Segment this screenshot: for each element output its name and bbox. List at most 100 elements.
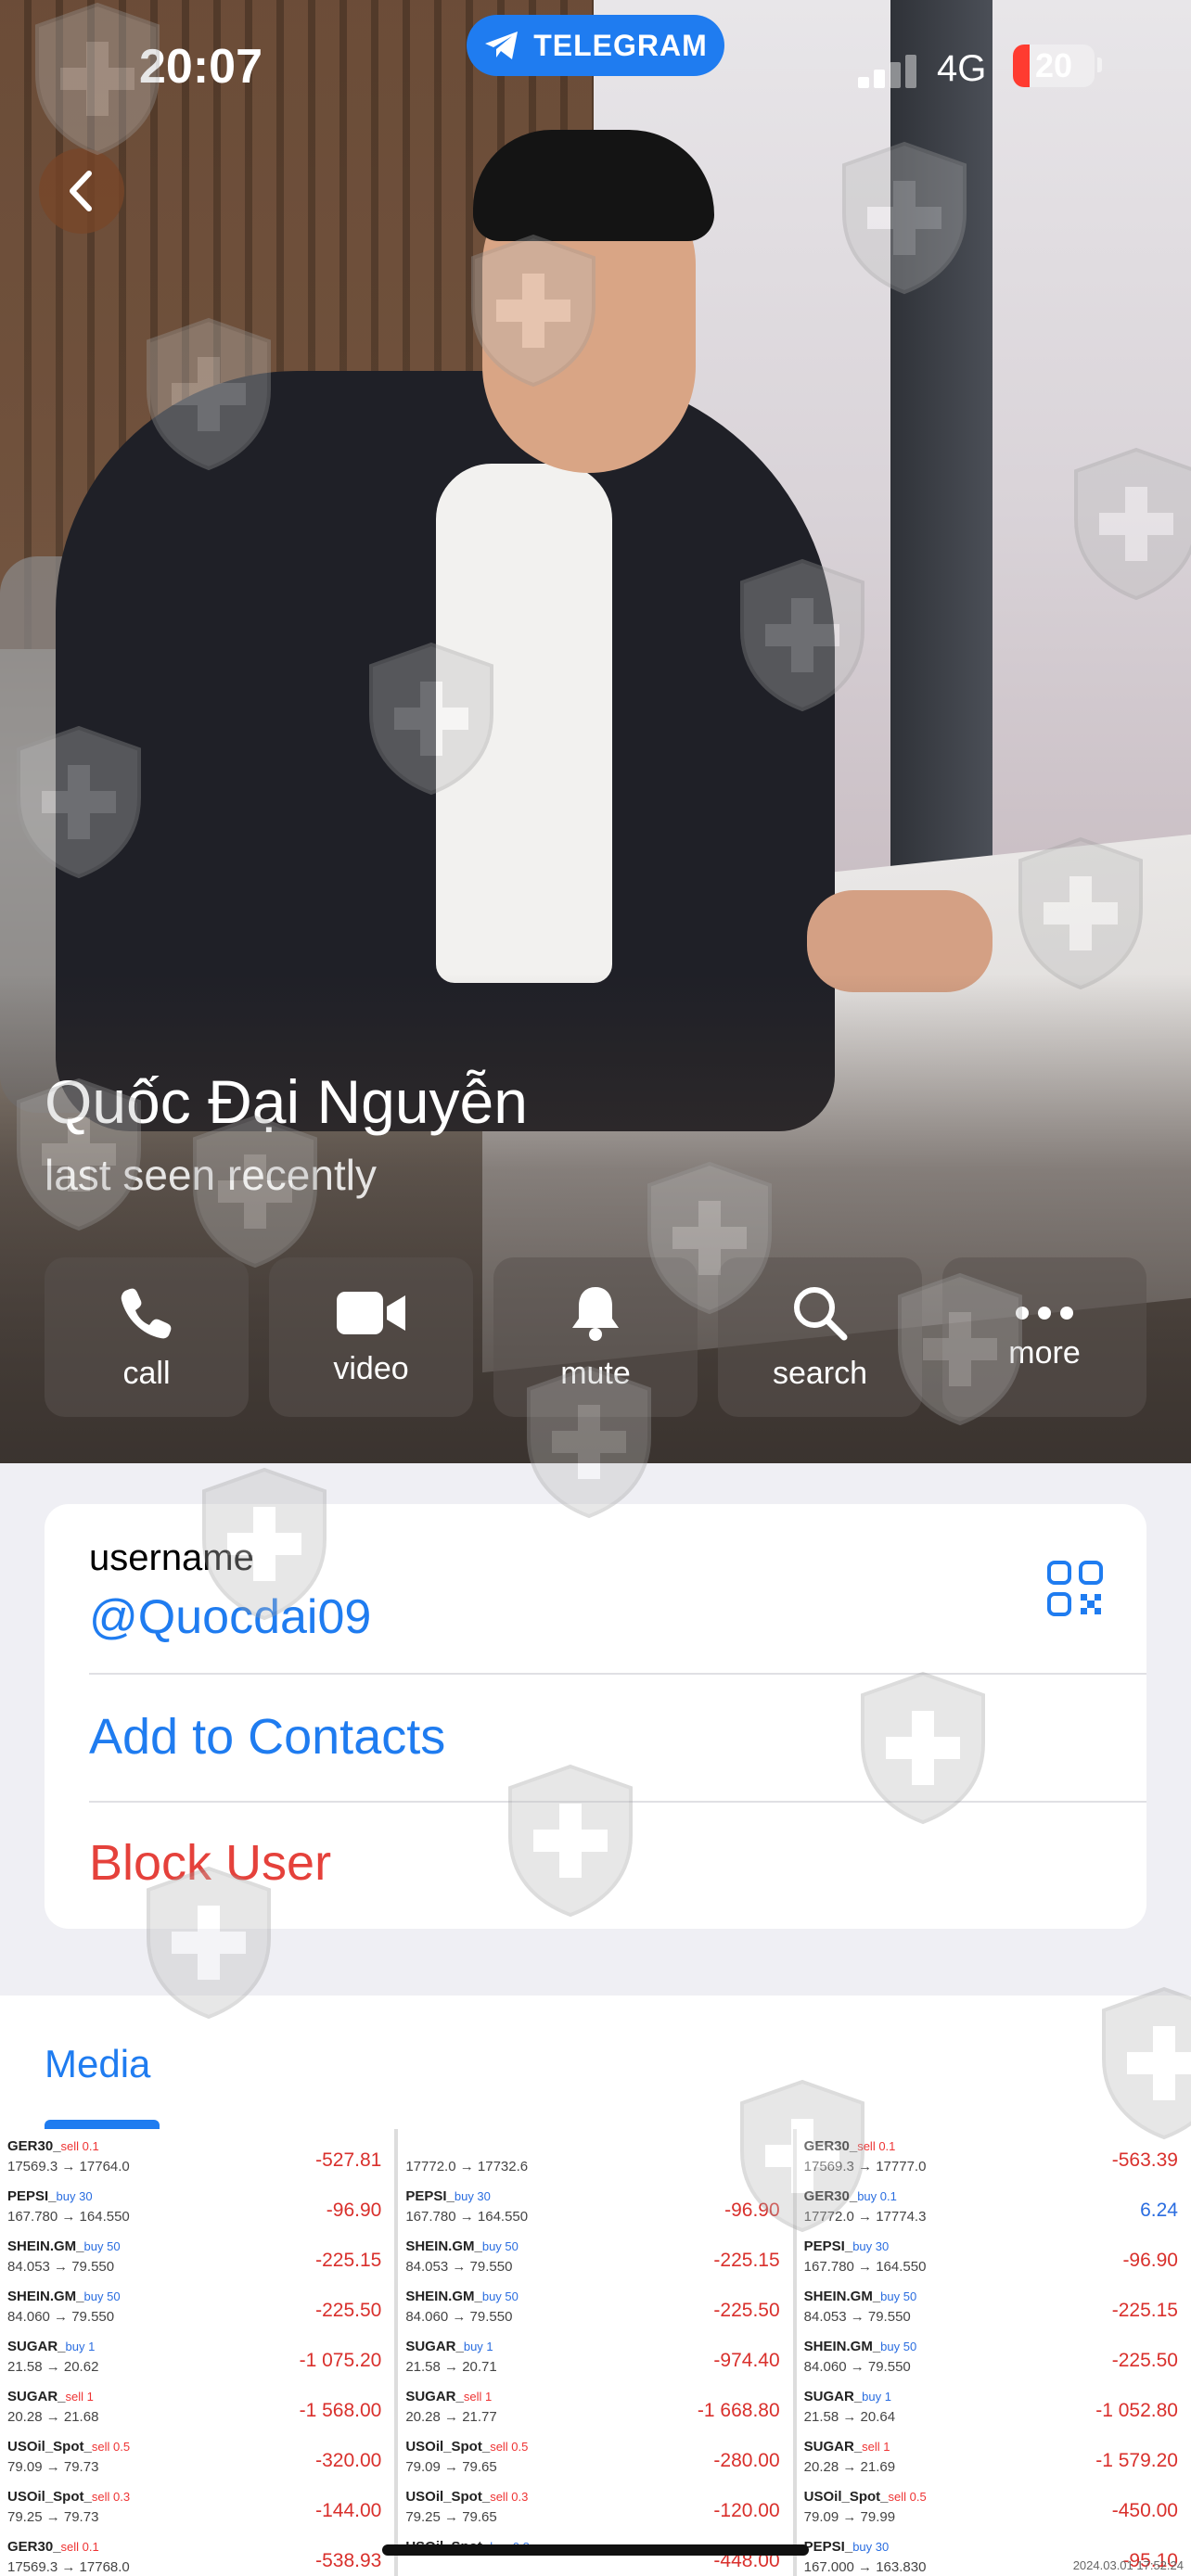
trade-price-range: 17772.0 → 17732.6 <box>405 2159 529 2174</box>
trade-action: buy 50 <box>880 2289 917 2303</box>
trade-price-range: 79.09 → 79.99 <box>803 2509 896 2525</box>
home-indicator[interactable] <box>382 2544 809 2556</box>
telegram-pill-label: TELEGRAM <box>533 28 708 62</box>
trade-price-range: 21.58 → 20.71 <box>405 2359 497 2375</box>
trade-profit-loss: -225.15 <box>713 2250 780 2271</box>
trade-symbol: SHEIN.GM_buy 50 <box>803 2289 917 2304</box>
trade-row: SUGAR_buy 1 21.58 → 20.62 -1 075.20 <box>7 2335 387 2385</box>
trade-price-range: 84.060 → 79.550 <box>7 2309 115 2325</box>
trade-profit-loss: -1 668.80 <box>697 2400 780 2421</box>
phone-icon <box>121 1288 172 1338</box>
telegram-icon <box>485 32 519 59</box>
trade-price-range: 17569.3 → 17764.0 <box>7 2159 130 2174</box>
trade-price-range: 84.053 → 79.550 <box>405 2259 513 2275</box>
back-button[interactable] <box>39 148 124 234</box>
trade-row: SUGAR_sell 1 20.28 → 21.77 -1 668.80 <box>405 2385 785 2435</box>
trade-row: USOil_Spot_sell 0.3 79.25 → 79.73 -144.00 <box>7 2485 387 2535</box>
trade-price-range: 79.09 → 79.73 <box>7 2459 99 2475</box>
trade-action: sell 0.1 <box>857 2139 896 2153</box>
trade-price-range: 20.28 → 21.69 <box>803 2459 896 2475</box>
tab-media-indicator <box>45 2120 160 2129</box>
trade-row: SUGAR_buy 1 21.58 → 20.64 -1 052.80 <box>804 2385 1184 2435</box>
trade-profit-loss: -225.50 <box>315 2300 382 2321</box>
qr-code-icon[interactable] <box>1046 1560 1104 1617</box>
trade-action: buy 50 <box>481 2239 519 2253</box>
add-to-contacts-button[interactable]: Add to Contacts <box>89 1708 445 1766</box>
trade-profit-loss: -225.15 <box>1111 2300 1178 2321</box>
shared-media-section: Media GER30_sell 0.1 17569.3 → 17764.0 -52… <box>0 1996 1191 2576</box>
search-label: search <box>772 1355 868 1391</box>
trade-profit-loss: -320.00 <box>315 2450 382 2471</box>
trade-action: sell 1 <box>463 2390 493 2404</box>
trade-symbol: PEPSI_buy 30 <box>803 2238 890 2254</box>
profile-name: Quốc Đại Nguyễn <box>45 1067 528 1136</box>
trade-price-range: 167.780 → 164.550 <box>7 2209 130 2225</box>
trade-row: GER30_sell 0.1 17569.3 → 17777.0 -563.39 <box>804 2135 1184 2185</box>
profile-info-card: username @Quocdai09 Add to Contacts Bloc… <box>45 1504 1146 1929</box>
trade-profit-loss: -1 568.00 <box>299 2400 382 2421</box>
media-thumbnail[interactable]: GER30_sell 0.1 17569.3 → 17777.0 -563.39 GE… <box>796 2129 1191 2576</box>
media-thumbnail[interactable]: 17772.0 → 17732.6 PEPSI_buy 30 167.780 → 1… <box>398 2129 793 2576</box>
trade-profit-loss: -1 052.80 <box>1095 2400 1178 2421</box>
trade-action: buy 50 <box>83 2289 121 2303</box>
telegram-return-pill[interactable]: TELEGRAM <box>467 15 724 76</box>
trade-row: PEPSI_buy 30 167.780 → 164.550 -96.90 <box>405 2185 785 2235</box>
trade-price-range: 17569.3 → 17768.0 <box>7 2559 130 2575</box>
chevron-left-icon <box>70 171 92 211</box>
call-button[interactable]: call <box>45 1257 249 1417</box>
trade-action: sell 0.5 <box>490 2440 529 2454</box>
trade-profit-loss: -1 075.20 <box>299 2350 382 2371</box>
trade-symbol: USOil_Spot_sell 0.5 <box>7 2439 131 2455</box>
trade-price-range: 79.25 → 79.73 <box>7 2509 99 2525</box>
block-user-button[interactable]: Block User <box>89 1834 331 1892</box>
trade-symbol: PEPSI_buy 30 <box>7 2188 93 2204</box>
trade-row: 17772.0 → 17732.6 <box>405 2135 785 2185</box>
trade-action: buy 1 <box>65 2340 96 2353</box>
trade-profit-loss: -450.00 <box>1111 2500 1178 2521</box>
more-button[interactable]: more <box>942 1257 1146 1417</box>
call-label: call <box>122 1355 171 1391</box>
trade-row: SHEIN.GM_buy 50 84.060 → 79.550 -225.50 <box>405 2285 785 2335</box>
trade-price-range: 17569.3 → 17777.0 <box>803 2159 927 2174</box>
trade-profit-loss: -563.39 <box>1111 2149 1178 2171</box>
search-icon <box>794 1286 848 1340</box>
trade-action: buy 50 <box>481 2289 519 2303</box>
trade-price-range: 21.58 → 20.64 <box>803 2409 896 2425</box>
video-label: video <box>333 1350 409 1386</box>
profile-last-seen: last seen recently <box>45 1151 377 1199</box>
tab-media[interactable]: Media <box>45 2042 150 2086</box>
profile-action-bar: call video mute search more <box>45 1257 1146 1417</box>
search-button[interactable]: search <box>718 1257 922 1417</box>
profile-photo[interactable] <box>0 0 1191 1463</box>
trade-row: SUGAR_sell 1 20.28 → 21.68 -1 568.00 <box>7 2385 387 2435</box>
cellular-signal-icon <box>858 51 919 88</box>
trade-action: buy 30 <box>454 2189 491 2203</box>
trade-symbol: GER30_sell 0.1 <box>7 2539 99 2555</box>
trade-profit-loss: -974.40 <box>713 2350 780 2371</box>
trade-action: sell 0.1 <box>60 2540 99 2554</box>
trade-symbol: USOil_Spot_sell 0.5 <box>405 2439 529 2455</box>
trade-action: sell 0.5 <box>888 2490 927 2504</box>
media-thumbnail[interactable]: GER30_sell 0.1 17569.3 → 17764.0 -527.81 PE… <box>0 2129 395 2576</box>
trade-price-range: 167.000 → 163.830 <box>803 2559 927 2575</box>
video-camera-icon <box>337 1291 405 1334</box>
trade-symbol: SUGAR_buy 1 <box>405 2339 493 2354</box>
trade-timestamp: 2024.03.01 17:52:24 <box>1072 2558 1184 2572</box>
trade-action: buy 50 <box>83 2239 121 2253</box>
mute-button[interactable]: mute <box>493 1257 698 1417</box>
trade-profit-loss: -120.00 <box>713 2500 780 2521</box>
trade-row: GER30_buy 0.1 17772.0 → 17774.3 6.24 <box>804 2185 1184 2235</box>
trade-symbol: SUGAR_buy 1 <box>803 2389 891 2404</box>
trade-symbol: USOil_Spot_sell 0.3 <box>7 2489 131 2505</box>
trade-action: sell 1 <box>65 2390 94 2404</box>
profile-screen: 20:07 TELEGRAM 4G 20 Quốc Đại Nguyễn las… <box>0 0 1191 2576</box>
trade-row: USOil_Spot_sell 0.5 79.09 → 79.65 -280.00 <box>405 2435 785 2485</box>
video-button[interactable]: video <box>269 1257 473 1417</box>
trade-symbol: SHEIN.GM_buy 50 <box>7 2289 121 2304</box>
trade-action: sell 1 <box>862 2440 890 2454</box>
trade-profit-loss: -225.15 <box>315 2250 382 2271</box>
username-value[interactable]: @Quocdai09 <box>89 1589 371 1645</box>
media-grid: GER30_sell 0.1 17569.3 → 17764.0 -527.81 PE… <box>0 2129 1191 2576</box>
trade-symbol: SUGAR_sell 1 <box>7 2389 94 2404</box>
trade-symbol: USOil_Spot_sell 0.3 <box>405 2489 529 2505</box>
